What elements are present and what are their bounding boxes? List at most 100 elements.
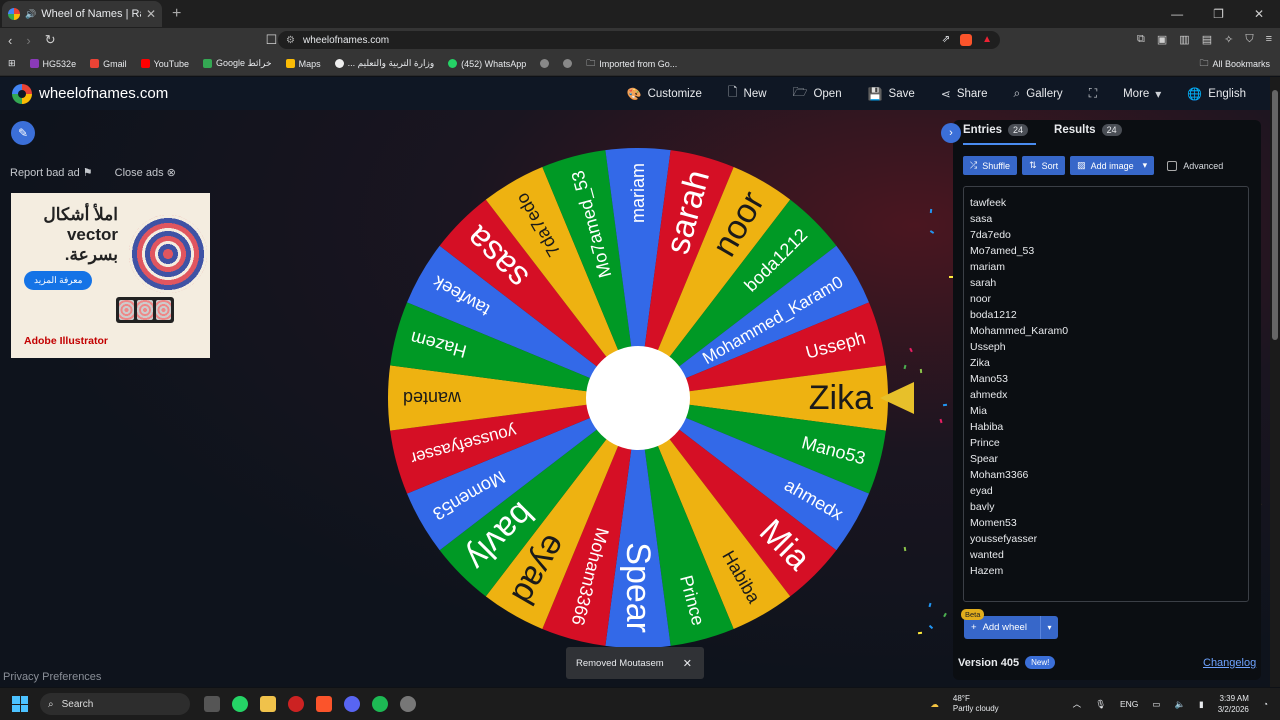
forward-icon[interactable]: ›: [26, 33, 30, 48]
bookmark-gmail[interactable]: Gmail: [90, 59, 127, 69]
entries-toolbar: ⤮ Shuffle ⇅ Sort ▨ Add image ▾ Advanced: [963, 156, 1223, 175]
ad-spiral-image: [129, 215, 207, 293]
all-bookmarks[interactable]: 🗀 All Bookmarks: [1199, 56, 1280, 72]
entry-line: Hazem: [970, 565, 1004, 577]
address-bar[interactable]: ⚙ wheelofnames.com ⇗ ▲: [278, 31, 1000, 49]
bookmark-maps[interactable]: Maps: [285, 59, 321, 69]
globe-icon: 🌐: [1187, 86, 1203, 101]
wheel-center[interactable]: [586, 346, 690, 450]
tab-entries[interactable]: Entries 24: [963, 120, 1037, 145]
wheel-slice-label: mariam: [628, 163, 648, 223]
wheel-favicon-icon: [8, 8, 20, 20]
vpn-icon[interactable]: ⛉: [1245, 33, 1253, 46]
wallet-icon[interactable]: ▤: [1202, 33, 1212, 46]
edit-button[interactable]: ✎: [11, 121, 35, 145]
discord-icon[interactable]: [344, 696, 360, 712]
extensions-icon[interactable]: ⧉: [1137, 33, 1145, 46]
brave-rewards-icon[interactable]: ▲: [982, 34, 992, 46]
site-logo[interactable]: wheelofnames.com: [12, 83, 168, 104]
bookmark-ministry[interactable]: ... وزارة التربية والتعليم: [334, 58, 434, 69]
menu-new[interactable]: 🗋 New: [728, 83, 767, 104]
advertisement[interactable]: املأ أشكال vector بسرعة. معرفة المزيد Ad…: [11, 193, 210, 358]
battery-icon[interactable]: ▮: [1199, 699, 1204, 710]
browser-tab[interactable]: 🔊 Wheel of Names | Random n... ✕: [2, 1, 162, 27]
privacy-preferences-link[interactable]: Privacy Preferences: [3, 671, 101, 683]
sort-button[interactable]: ⇅ Sort: [1022, 156, 1066, 175]
apps-grid-icon[interactable]: ⊞: [8, 58, 16, 69]
microphone-icon[interactable]: 🎙: [1095, 699, 1106, 710]
page-scrollbar-thumb[interactable]: [1272, 90, 1278, 340]
bookmark-hg532e[interactable]: HG532e: [29, 59, 76, 69]
reload-icon[interactable]: ↻: [45, 32, 56, 48]
caret-down-icon: ▾: [1155, 86, 1162, 101]
app-red-icon[interactable]: [288, 696, 304, 712]
bookmark-globe-2[interactable]: [563, 59, 573, 68]
add-wheel-dropdown[interactable]: ▾: [1040, 616, 1058, 639]
bookmark-page-icon[interactable]: ☐: [266, 32, 278, 48]
tab-results[interactable]: Results 24: [1054, 124, 1122, 141]
entries-textarea[interactable]: tawfeek sasa 7da7edo Mo7amed_53 mariam sarah n…: [963, 186, 1249, 602]
minimize-icon[interactable]: —: [1171, 7, 1183, 21]
language-indicator[interactable]: ENG: [1120, 699, 1138, 709]
menu-save[interactable]: 💾 Save: [868, 87, 915, 101]
notification-icon[interactable]: ◔: [1263, 699, 1268, 709]
volume-icon[interactable]: 🔈: [1174, 699, 1185, 710]
bookmark-globe-1[interactable]: [540, 59, 550, 68]
maximize-icon[interactable]: ❐: [1213, 7, 1224, 21]
logo-icon: [12, 83, 32, 104]
bookmark-youtube[interactable]: YouTube: [140, 59, 189, 69]
bookmark-whatsapp[interactable]: (452) WhatsApp: [448, 59, 526, 69]
wheel-slice-label: Spear: [619, 542, 657, 633]
back-icon[interactable]: ‹: [8, 33, 12, 48]
menu-more[interactable]: More ▾: [1123, 87, 1161, 101]
windows-start-icon[interactable]: [12, 696, 28, 712]
changelog-link[interactable]: Changelog: [1203, 657, 1256, 669]
close-tab-icon[interactable]: ✕: [146, 7, 156, 21]
tray-expand-icon[interactable]: ︿: [1073, 698, 1082, 710]
close-ads-link[interactable]: Close ads ⊗: [115, 166, 176, 179]
new-tab-button[interactable]: +: [172, 5, 181, 23]
menu-customize[interactable]: 🎨 Customize: [627, 87, 702, 101]
name-wheel[interactable]: tawfeeksasa7da7edo Mo7amed_53 mariam sarahn…: [385, 145, 891, 651]
task-view-icon[interactable]: [204, 696, 220, 712]
shuffle-button[interactable]: ⤮ Shuffle: [963, 156, 1018, 175]
network-icon[interactable]: ▭: [1152, 699, 1160, 710]
brave-shield-icon[interactable]: [960, 34, 973, 46]
clock[interactable]: 3:39 AM 3/2/2026: [1218, 693, 1249, 715]
share-page-icon[interactable]: ⇗: [942, 34, 950, 46]
entry-line: 7da7edo: [970, 229, 1011, 241]
menu-gallery[interactable]: ⌕ Gallery: [1014, 86, 1063, 101]
menu-icon[interactable]: ≡: [1266, 33, 1272, 46]
folder-icon: 🗀: [1199, 57, 1209, 68]
screenshot-icon[interactable]: ▣: [1157, 33, 1167, 46]
app-gray-icon[interactable]: [400, 696, 416, 712]
file-explorer-icon[interactable]: [260, 696, 276, 712]
whatsapp-icon[interactable]: [232, 696, 248, 712]
spotify-icon[interactable]: [372, 696, 388, 712]
advanced-toggle[interactable]: Advanced: [1167, 160, 1223, 171]
windows-taskbar: ⌕ Search ☁ 48°F Partly cloudy ︿ 🎙 ENG ▭ 🔈…: [0, 688, 1280, 720]
close-window-icon[interactable]: ✕: [1254, 7, 1264, 21]
browser-extensions: ⧉ ▣ ▥ ▤ ✧ ⛉ ≡: [1137, 33, 1272, 46]
menu-open[interactable]: 🗁 Open: [793, 83, 842, 104]
beta-badge: Beta: [961, 609, 985, 620]
brave-browser-icon[interactable]: [316, 696, 332, 712]
bookmark-imported-folder[interactable]: 🗀 Imported from Go...: [586, 56, 677, 72]
leo-icon[interactable]: ✧: [1224, 33, 1233, 46]
bookmark-google-maps-ar[interactable]: Google خرائط: [202, 58, 272, 69]
sidebar-icon[interactable]: ▥: [1179, 33, 1189, 46]
weather-widget[interactable]: 48°F Partly cloudy: [953, 694, 999, 714]
taskbar-search[interactable]: ⌕ Search: [40, 693, 190, 715]
ad-cta-button[interactable]: معرفة المزيد: [24, 271, 93, 290]
menu-share[interactable]: ⋖ Share: [941, 87, 988, 101]
collapse-panel-button[interactable]: ›: [941, 122, 961, 143]
menu-language[interactable]: 🌐 English: [1187, 87, 1246, 101]
add-image-button[interactable]: ▨ Add image ▾: [1070, 156, 1155, 175]
site-info-icon[interactable]: ⚙: [286, 35, 295, 46]
ad-brand: Adobe Illustrator: [24, 335, 109, 347]
weather-icon[interactable]: ☁: [930, 699, 939, 710]
report-ad-link[interactable]: Report bad ad ⚑: [10, 166, 93, 179]
toast-close-icon[interactable]: ✕: [683, 657, 704, 670]
fullscreen-button[interactable]: ⛶: [1089, 86, 1097, 101]
advanced-checkbox[interactable]: [1167, 160, 1178, 171]
